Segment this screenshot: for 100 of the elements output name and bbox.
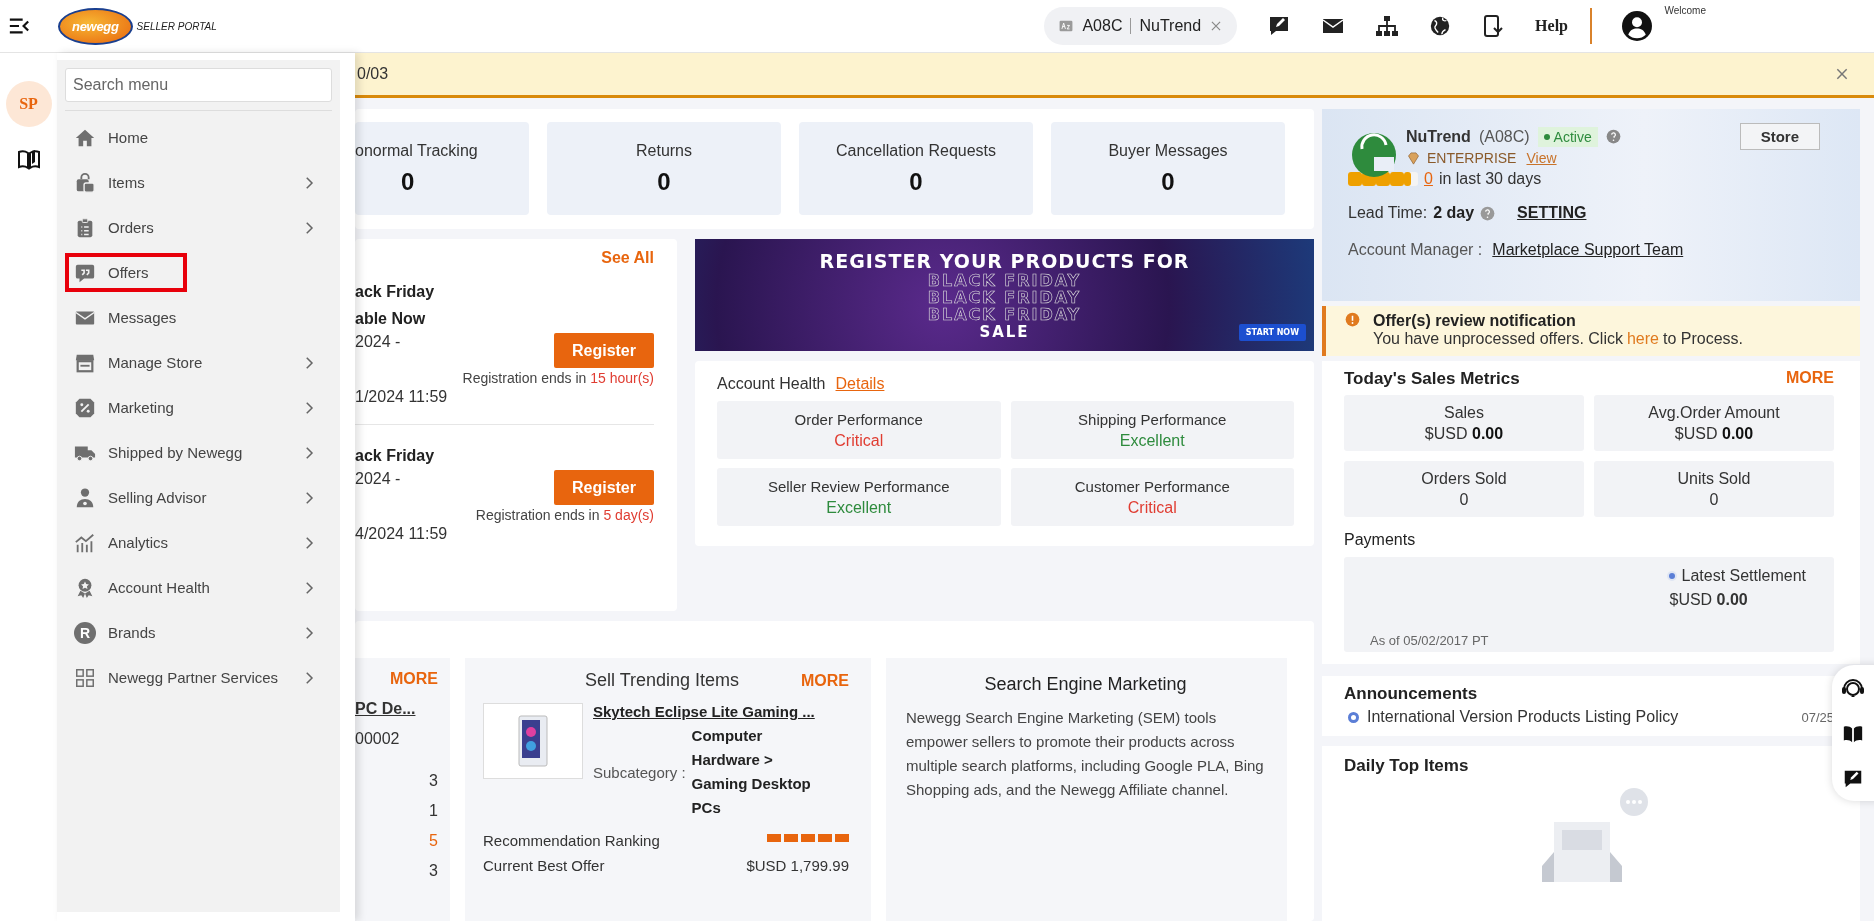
sem-description: Newegg Search Engine Marketing (SEM) tools empower sellers to promote their products across multiple search platforms, including Google PLA, Bing Shopping ads, and the Newegg Affiliate channel.: [906, 708, 1265, 800]
section-title: Announcements: [1344, 684, 1478, 704]
menu-item[interactable]: Items: [65, 160, 332, 205]
bullet-icon: [1348, 711, 1359, 723]
notice-text: 0/03: [357, 65, 389, 83]
sitemap-icon[interactable]: [1375, 14, 1400, 38]
letter-badge-icon: R: [74, 621, 96, 644]
item-count: 5: [429, 831, 438, 851]
phone-download-icon[interactable]: [1481, 14, 1506, 38]
menu-item[interactable]: Selling Advisor: [65, 475, 332, 520]
avatar-icon[interactable]: [1622, 11, 1652, 41]
menu-item[interactable]: Analytics: [65, 520, 332, 565]
menu-item[interactable]: Manage Store: [65, 340, 332, 385]
product-link[interactable]: Skytech Eclipse Lite Gaming ...: [593, 703, 815, 720]
subcategory-value: Computer Hardware > Gaming Desktop PCs: [691, 726, 812, 818]
event-start-date: 2024 -: [355, 333, 402, 352]
metric-value: $USD 0.00: [1424, 424, 1504, 443]
item-link[interactable]: PC De...: [355, 700, 416, 718]
health-status: Critical: [1127, 498, 1177, 517]
welcome-text: Welcome: [1664, 5, 1706, 16]
settlement-label: Latest Settlement: [1669, 567, 1806, 585]
tile-value: 0: [909, 167, 923, 196]
section-title: Today's Sales Metrics: [1344, 369, 1520, 389]
help-link[interactable]: Help: [1535, 17, 1568, 35]
item-count: 1: [429, 801, 438, 821]
promo-banner[interactable]: REGISTER YOUR PRODUCTS FOR BLACK FRIDAY BLACK FRIDAY BLACK FRIDAY SALE START NOW: [695, 239, 1314, 351]
tile-value: 0: [1161, 167, 1175, 196]
event-end-date: 1/2024 11:59: [355, 388, 449, 406]
panel-title: Search Engine Marketing: [983, 673, 1188, 696]
banner-text: BLACK FRIDAY: [927, 305, 1082, 323]
settlement-value: $USD 0.00: [1669, 591, 1749, 609]
panel-title: Sell Trending Items: [583, 670, 741, 691]
event-end-date: 4/2024 11:59: [355, 525, 449, 543]
event-title: ack Friday: [355, 446, 436, 466]
manager-link[interactable]: Marketplace Support Team: [1492, 241, 1684, 259]
close-icon[interactable]: [1834, 66, 1850, 82]
globe-icon[interactable]: [1429, 15, 1452, 37]
store-button[interactable]: Store: [1739, 123, 1820, 150]
health-status: Excellent: [826, 498, 892, 517]
help-icon[interactable]: [1605, 129, 1621, 144]
menu-item[interactable]: Offers: [65, 250, 332, 295]
grid-icon: [74, 666, 96, 689]
shopping-bag-icon: [74, 171, 96, 194]
percent-badge-icon: [74, 396, 96, 419]
item-number: 00002: [355, 730, 400, 748]
seller-name: NuTrend: [1139, 17, 1202, 35]
start-now-button[interactable]: START NOW: [1238, 324, 1306, 341]
metric-label: Avg.Order Amount: [1648, 403, 1780, 422]
portal-label: SELLER PORTAL: [136, 20, 217, 32]
health-label: Customer Performance: [1074, 477, 1230, 495]
metric-label: Orders Sold: [1421, 469, 1507, 488]
store-code: (A08C): [1478, 127, 1530, 146]
event-title: able Now: [355, 309, 427, 329]
menu-item[interactable]: Marketing: [65, 385, 332, 430]
tile-label: Returns: [636, 141, 692, 160]
diamond-icon: [1406, 150, 1421, 166]
tile-value: 0: [401, 167, 415, 196]
tier-label: ENTERPRISE: [1427, 150, 1517, 166]
book-icon[interactable]: [1842, 723, 1864, 745]
menu-item[interactable]: Newegg Partner Services: [65, 655, 332, 700]
menu-collapse-icon[interactable]: [8, 15, 30, 37]
setting-link[interactable]: SETTING: [1517, 204, 1587, 222]
banner-text: BLACK FRIDAY: [927, 271, 1082, 289]
item-count: 3: [429, 861, 438, 881]
lead-time-value: 2 day: [1433, 204, 1475, 222]
lead-time-label: Lead Time:: [1348, 204, 1428, 222]
event-start-date: 2024 -: [355, 470, 402, 489]
store-name: NuTrend: [1406, 127, 1471, 146]
seller-chip[interactable]: A08C NuTrend: [1044, 7, 1238, 45]
health-label: Order Performance: [794, 410, 923, 428]
item-count: 3: [429, 771, 438, 791]
seller-code: A08C: [1082, 17, 1123, 35]
menu-item[interactable]: Shipped by Newegg: [65, 430, 332, 475]
health-status: Critical: [834, 431, 884, 450]
tile-label: onormal Tracking: [355, 141, 478, 160]
menu-item[interactable]: Messages: [65, 295, 332, 340]
tile-label: Buyer Messages: [1108, 141, 1228, 160]
search-menu-field[interactable]: Search menu: [65, 68, 332, 102]
metric-value: 0: [1459, 490, 1469, 509]
section-title: Account Health: [717, 375, 826, 393]
offer-value: $USD 1,799.99: [746, 857, 849, 874]
menu-item[interactable]: Account Health: [65, 565, 332, 610]
person-icon: [74, 486, 96, 509]
open-book-icon[interactable]: [16, 147, 41, 171]
bar-chart-icon: [74, 531, 96, 554]
registration-deadline: Registration ends in 15 hour(s): [462, 370, 654, 386]
metric-label: Sales: [1444, 403, 1484, 422]
metric-value: 0: [1709, 490, 1719, 509]
health-label: Seller Review Performance: [767, 477, 950, 495]
menu-item[interactable]: R Brands: [65, 610, 332, 655]
notification-text: You have unprocessed offers. Click here to Process.: [1373, 330, 1744, 348]
account-badge-icon: [1058, 19, 1075, 33]
menu-item[interactable]: Orders: [65, 205, 332, 250]
subcategory-label: Subcategory :: [593, 763, 686, 781]
announcement-link[interactable]: International Version Products Listing Policy: [1367, 708, 1679, 726]
health-status: Excellent: [1119, 431, 1185, 450]
review-period: in last 30 days: [1438, 170, 1542, 188]
notification-title: Offer(s) review notification: [1373, 312, 1577, 330]
menu-item[interactable]: Home: [65, 115, 332, 160]
manager-label: Account Manager :: [1348, 241, 1483, 259]
